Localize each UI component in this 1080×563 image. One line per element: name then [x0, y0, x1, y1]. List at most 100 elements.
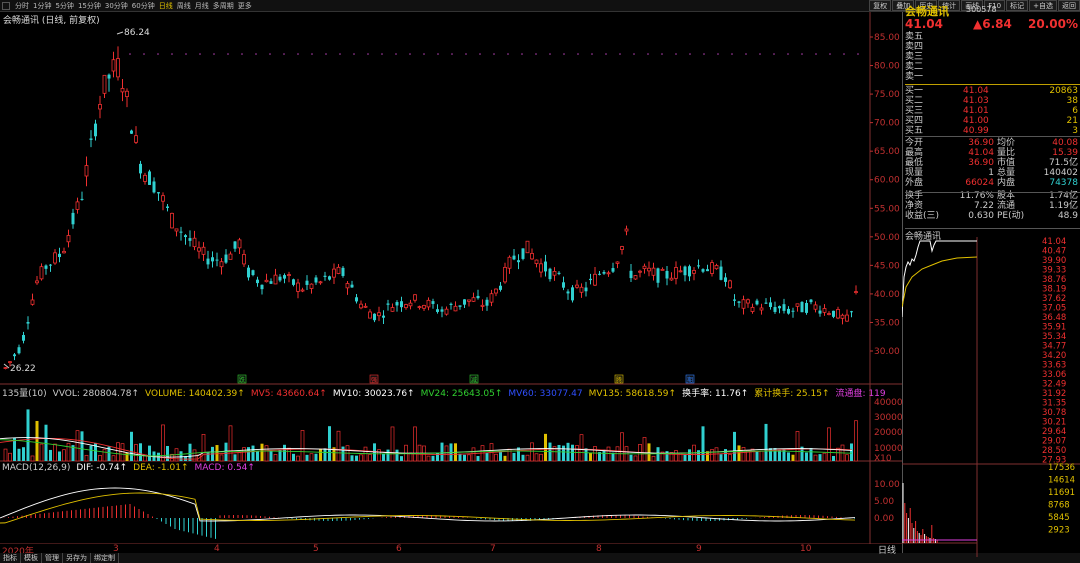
- volume-bar: [17, 448, 21, 461]
- bottom-tab-1[interactable]: 模板: [21, 553, 42, 563]
- volume-bar: [201, 434, 206, 462]
- candle: [22, 331, 25, 344]
- bottom-tab-2[interactable]: 管理: [42, 553, 63, 563]
- mini-price-tick: 33.06: [1042, 370, 1066, 380]
- candle: [395, 300, 399, 312]
- mini-price-tick: 33.63: [1042, 361, 1066, 371]
- volume-bar: [809, 447, 813, 461]
- volume-bar: [305, 454, 309, 461]
- period-tab-0[interactable]: 分时: [13, 1, 31, 11]
- candle: [116, 46, 120, 81]
- volume-bar: [188, 443, 192, 461]
- period-tab-10[interactable]: 更多: [236, 1, 254, 11]
- candle: [575, 279, 579, 289]
- panel-divider: [905, 136, 1080, 137]
- stat-label: 市值: [997, 158, 1016, 168]
- candle: [359, 300, 363, 310]
- mini-price-tick: 34.77: [1042, 342, 1066, 352]
- volume-bar: [3, 448, 8, 462]
- volume-tick-label: 20000: [874, 428, 902, 438]
- volume-bar: [309, 453, 314, 462]
- mini-price-tick: 31.35: [1042, 399, 1066, 409]
- signal-dot: [493, 53, 495, 55]
- volume-bar: [400, 456, 403, 461]
- mini-price-tick: 31.92: [1042, 389, 1066, 399]
- stats-row-0: 今开 36.90 均价 40.08: [905, 138, 1080, 148]
- candle: [759, 303, 764, 315]
- candle: [170, 212, 174, 229]
- signal-dot: [507, 53, 509, 55]
- mini-price-tick: 28.50: [1042, 446, 1066, 456]
- candle: [233, 241, 237, 252]
- bottom-tab-4[interactable]: 绑定制: [91, 553, 119, 563]
- candle: [710, 259, 714, 277]
- period-tab-8[interactable]: 月线: [193, 1, 211, 11]
- candle: [669, 272, 674, 281]
- candle: [566, 289, 570, 300]
- period-tab-4[interactable]: 30分钟: [103, 1, 130, 11]
- candle: [746, 298, 750, 308]
- volume-bar: [575, 445, 579, 462]
- mini-vol-tick: 2923: [1048, 526, 1070, 536]
- period-tab-7[interactable]: 周线: [175, 1, 193, 11]
- volume-bar: [544, 433, 547, 461]
- buy-label: 买二: [905, 96, 924, 106]
- volume-bar: [724, 449, 727, 461]
- mini-period-label[interactable]: 日线: [878, 543, 896, 556]
- candle: [787, 306, 790, 315]
- candle: [363, 303, 368, 308]
- signal-dot: [577, 53, 579, 55]
- volume-bar: [287, 447, 291, 462]
- candle: [219, 258, 224, 275]
- toolbar-button-6[interactable]: 标记: [1006, 0, 1029, 11]
- stat-value: 1.19亿: [1048, 201, 1078, 211]
- candle: [111, 51, 116, 78]
- intraday-mini-chart[interactable]: 41.0440.4739.9039.3338.7638.1937.6237.05…: [902, 237, 1080, 557]
- volume-bar: [300, 430, 305, 462]
- volume-bar: [39, 443, 44, 462]
- toolbar-button-7[interactable]: +自选: [1029, 0, 1057, 11]
- candle: [71, 208, 75, 229]
- candle: [404, 303, 408, 310]
- stat-label: 总量: [997, 168, 1016, 178]
- mini-price-tick: 29.64: [1042, 427, 1066, 437]
- bottom-tab-0[interactable]: 指标: [0, 553, 21, 563]
- candle: [755, 298, 759, 306]
- candle: [733, 294, 736, 306]
- period-tab-6[interactable]: 日线: [157, 1, 175, 11]
- volume-bar: [444, 445, 449, 462]
- candle: [400, 296, 403, 312]
- period-tab-3[interactable]: 15分钟: [76, 1, 103, 11]
- bottom-tab-3[interactable]: 另存为: [63, 553, 91, 563]
- signal-dot: [661, 53, 663, 55]
- candle: [606, 270, 611, 277]
- volume-bar: [386, 449, 390, 461]
- candle: [602, 270, 606, 275]
- volume-bar: [102, 448, 107, 462]
- volume-bar: [233, 454, 237, 461]
- toolbar-square-icon[interactable]: [2, 1, 10, 10]
- volume-bar: [845, 454, 849, 462]
- toolbar-button-8[interactable]: 返回: [1058, 0, 1080, 11]
- period-tab-5[interactable]: 60分钟: [130, 1, 157, 11]
- period-tab-2[interactable]: 5分钟: [53, 1, 75, 11]
- mini-vol-tick: 14614: [1048, 476, 1075, 486]
- volume-bar: [485, 452, 489, 461]
- candle: [499, 282, 502, 292]
- candle: [827, 311, 831, 316]
- signal-dot: [157, 53, 159, 55]
- sell-row-4: 卖一: [905, 72, 1080, 82]
- candle: [139, 160, 142, 179]
- candle: [408, 299, 413, 310]
- mini-price-tick: 36.48: [1042, 313, 1066, 323]
- signal-dot: [199, 53, 201, 55]
- buy-volume: 3: [1072, 126, 1078, 136]
- candle: [822, 304, 827, 316]
- period-tab-9[interactable]: 多周期: [211, 1, 236, 11]
- signal-dot: [283, 53, 285, 55]
- volume-bar: [111, 455, 116, 462]
- mini-price-tick: 37.62: [1042, 294, 1066, 304]
- candles: [3, 46, 858, 370]
- toolbar-button-0[interactable]: 复权: [869, 0, 892, 11]
- period-tab-1[interactable]: 1分钟: [31, 1, 53, 11]
